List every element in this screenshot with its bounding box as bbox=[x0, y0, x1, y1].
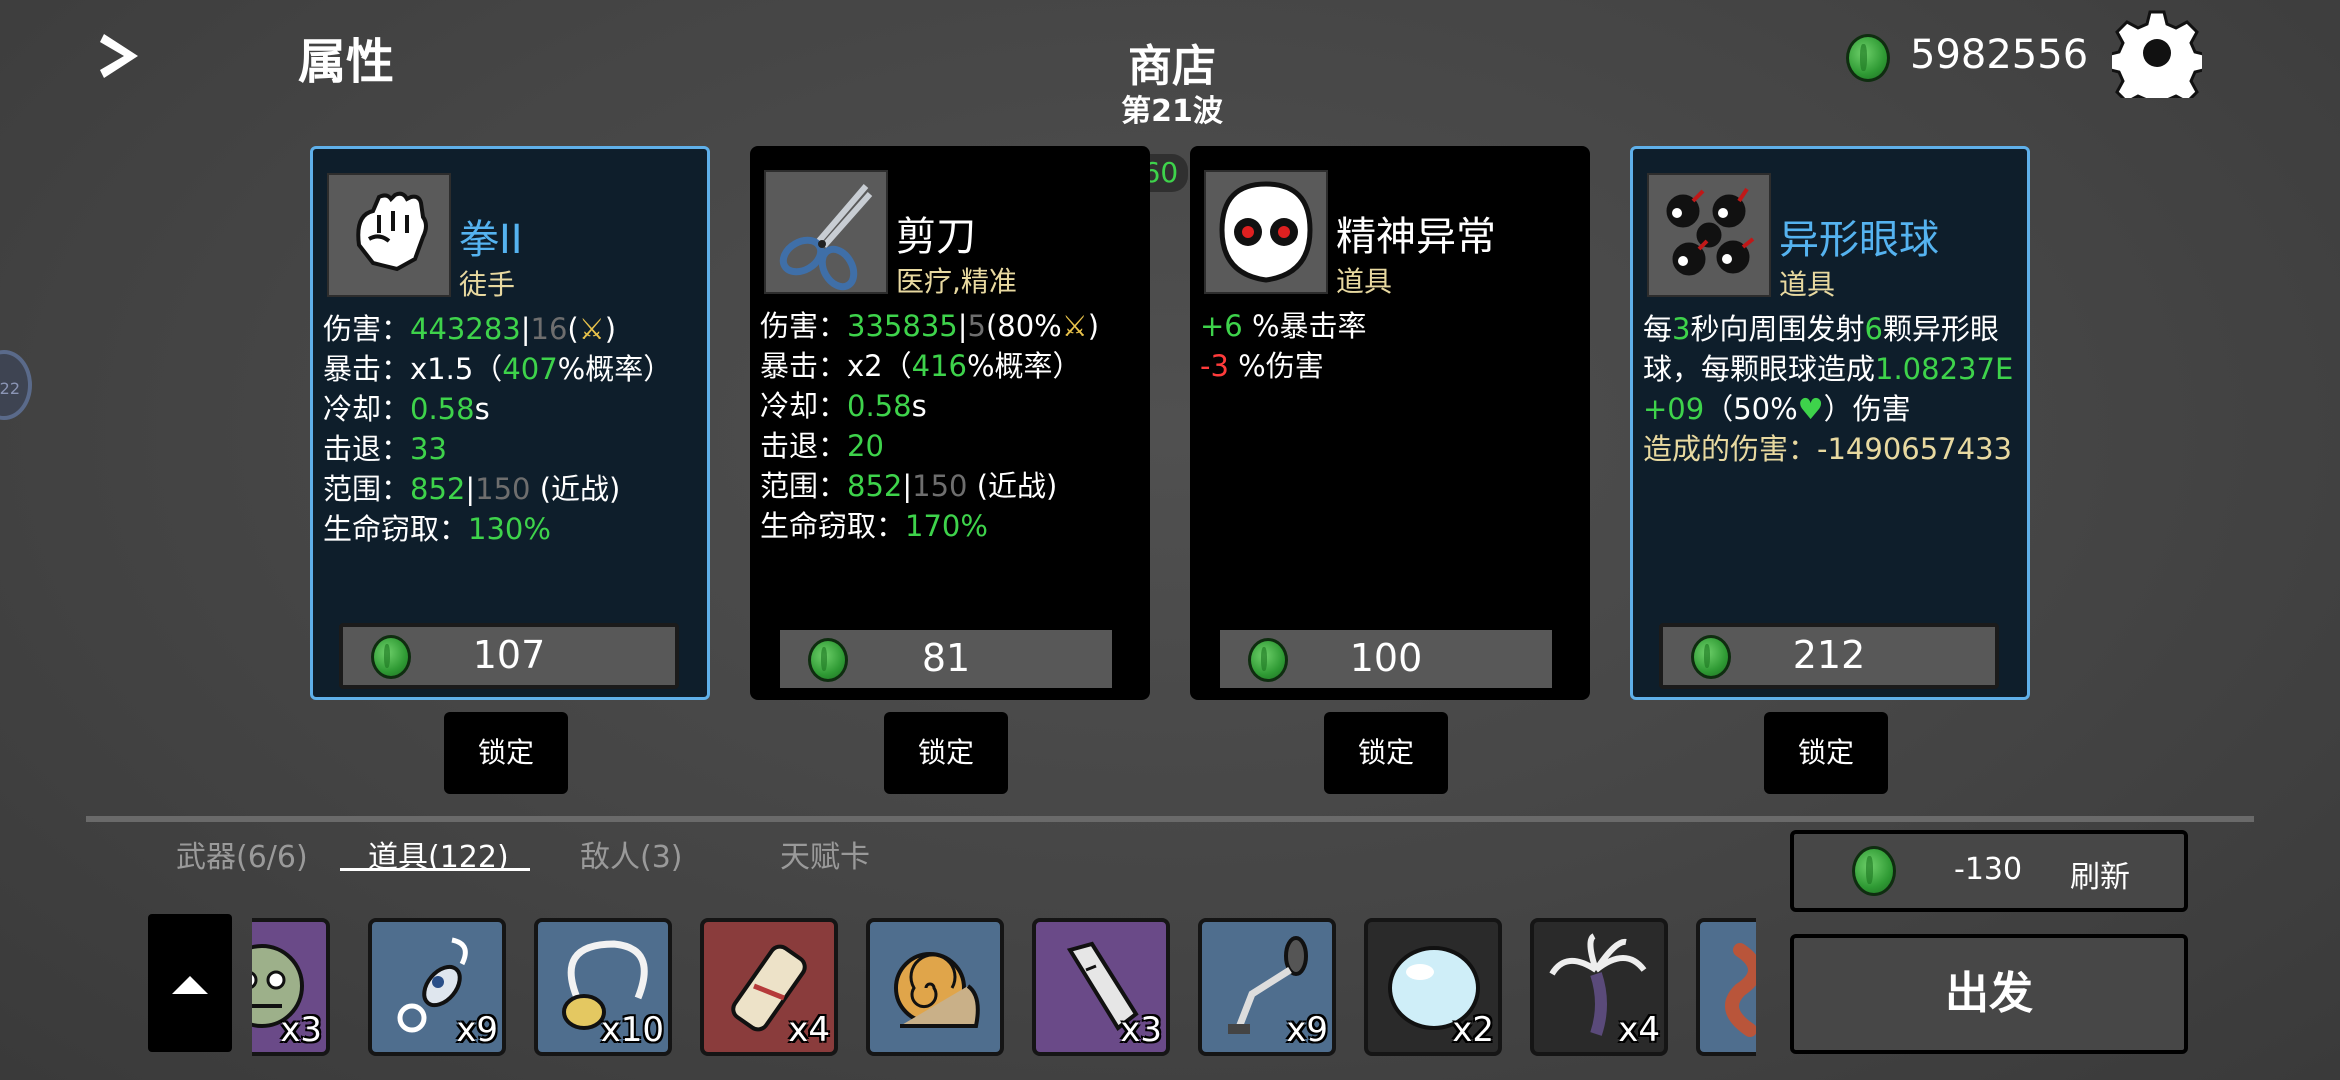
scissors-icon bbox=[764, 170, 888, 294]
back-chevron-icon[interactable] bbox=[98, 30, 144, 82]
lock-button[interactable]: 锁定 bbox=[444, 712, 568, 794]
side-tab[interactable]: 22 bbox=[0, 350, 32, 420]
expand-up-button[interactable] bbox=[148, 914, 232, 1052]
buy-button[interactable]: 212 bbox=[1659, 623, 1999, 689]
alien-eyeballs-icon bbox=[1647, 173, 1771, 297]
fist-icon bbox=[327, 173, 451, 297]
snail-icon bbox=[894, 952, 980, 1028]
inventory-slot[interactable]: x9 bbox=[1198, 918, 1336, 1056]
settings-gear-icon[interactable] bbox=[2105, 8, 2209, 114]
attributes-title[interactable]: 属性 bbox=[298, 22, 394, 92]
shop-card-scissors[interactable]: 剪刀 医疗,精准 伤害：335835|5(80%⚔) 暴击：x2（416%概率）… bbox=[750, 146, 1150, 700]
shop-card-alien-eyeball[interactable]: 异形眼球 道具 每3秒向周围发射6颗异形眼 球，每颗眼球造成1.08237E +… bbox=[1630, 146, 2030, 700]
sword-icon: ⚔ bbox=[1061, 309, 1088, 343]
buy-button[interactable]: 100 bbox=[1216, 626, 1556, 692]
refresh-cost: -130 bbox=[1954, 852, 2023, 887]
buy-button[interactable]: 81 bbox=[776, 626, 1116, 692]
coin-icon bbox=[1846, 34, 1890, 82]
heart-icon: ♥ bbox=[1797, 392, 1824, 426]
item-stats: 伤害：443283|16(⚔) 暴击：x1.5（407%概率） 冷却：0.58s… bbox=[323, 312, 673, 546]
item-stats: +6 %暴击率 -3 %伤害 bbox=[1200, 309, 1367, 383]
item-description: 每3秒向周围发射6颗异形眼 球，每颗眼球造成1.08237E +09（50%♥）… bbox=[1643, 312, 2014, 466]
lock-button[interactable]: 锁定 bbox=[884, 712, 1008, 794]
coin-icon bbox=[1852, 846, 1896, 896]
item-type: 道具 bbox=[1779, 268, 1836, 301]
shop-card-mental-disorder[interactable]: 精神异常 道具 +6 %暴击率 -3 %伤害 100 bbox=[1190, 146, 1590, 700]
item-type: 徒手 bbox=[459, 268, 516, 301]
ghost-mask-icon bbox=[1204, 170, 1328, 294]
lock-button[interactable]: 锁定 bbox=[1764, 712, 1888, 794]
item-name: 异形眼球 bbox=[1779, 217, 1939, 263]
item-type: 医疗,精准 bbox=[896, 265, 1017, 298]
inventory-slot[interactable]: x4 bbox=[1530, 918, 1668, 1056]
inventory-slot[interactable] bbox=[1696, 918, 1756, 1056]
inventory-slot[interactable]: x10 bbox=[534, 918, 672, 1056]
wave-label: 第21波 bbox=[1121, 94, 1223, 129]
inventory-slot[interactable]: x3 bbox=[1032, 918, 1170, 1056]
item-type: 道具 bbox=[1336, 265, 1393, 298]
tab-talent-cards[interactable]: 天赋卡 bbox=[780, 832, 870, 876]
tab-enemies[interactable]: 敌人(3) bbox=[580, 832, 683, 876]
shop-title: 商店 bbox=[1128, 41, 1216, 92]
lock-button[interactable]: 锁定 bbox=[1324, 712, 1448, 794]
depart-button[interactable]: 出发 bbox=[1790, 934, 2188, 1054]
inventory-strip[interactable]: x3 x9 x10 x4 x3 x9 x2 x4 bbox=[252, 912, 1756, 1058]
refresh-label: 刷新 bbox=[2070, 860, 2130, 895]
shop-card-fist[interactable]: 拳II 徒手 伤害：443283|16(⚔) 暴击：x1.5（407%概率） 冷… bbox=[310, 146, 710, 700]
inventory-slot[interactable]: x3 bbox=[252, 918, 330, 1056]
item-name: 拳II bbox=[459, 217, 523, 263]
worm-icon bbox=[1725, 943, 1756, 1037]
inventory-slot[interactable]: x9 bbox=[368, 918, 506, 1056]
item-name: 精神异常 bbox=[1336, 214, 1496, 260]
inventory-slot[interactable]: x4 bbox=[700, 918, 838, 1056]
buy-button[interactable]: 107 bbox=[339, 623, 679, 689]
divider bbox=[86, 816, 2254, 822]
inventory-slot[interactable]: x2 bbox=[1364, 918, 1502, 1056]
item-stats: 伤害：335835|5(80%⚔) 暴击：x2（416%概率） 冷却：0.58s… bbox=[760, 309, 1100, 543]
money-count: 5982556 bbox=[1910, 32, 2089, 78]
inventory-slot[interactable] bbox=[866, 918, 1004, 1056]
tab-underline bbox=[340, 868, 530, 871]
tab-weapons[interactable]: 武器(6/6) bbox=[176, 832, 308, 876]
item-name: 剪刀 bbox=[896, 214, 976, 260]
sword-icon: ⚔ bbox=[578, 312, 605, 346]
refresh-button[interactable]: -130 刷新 bbox=[1790, 830, 2188, 912]
